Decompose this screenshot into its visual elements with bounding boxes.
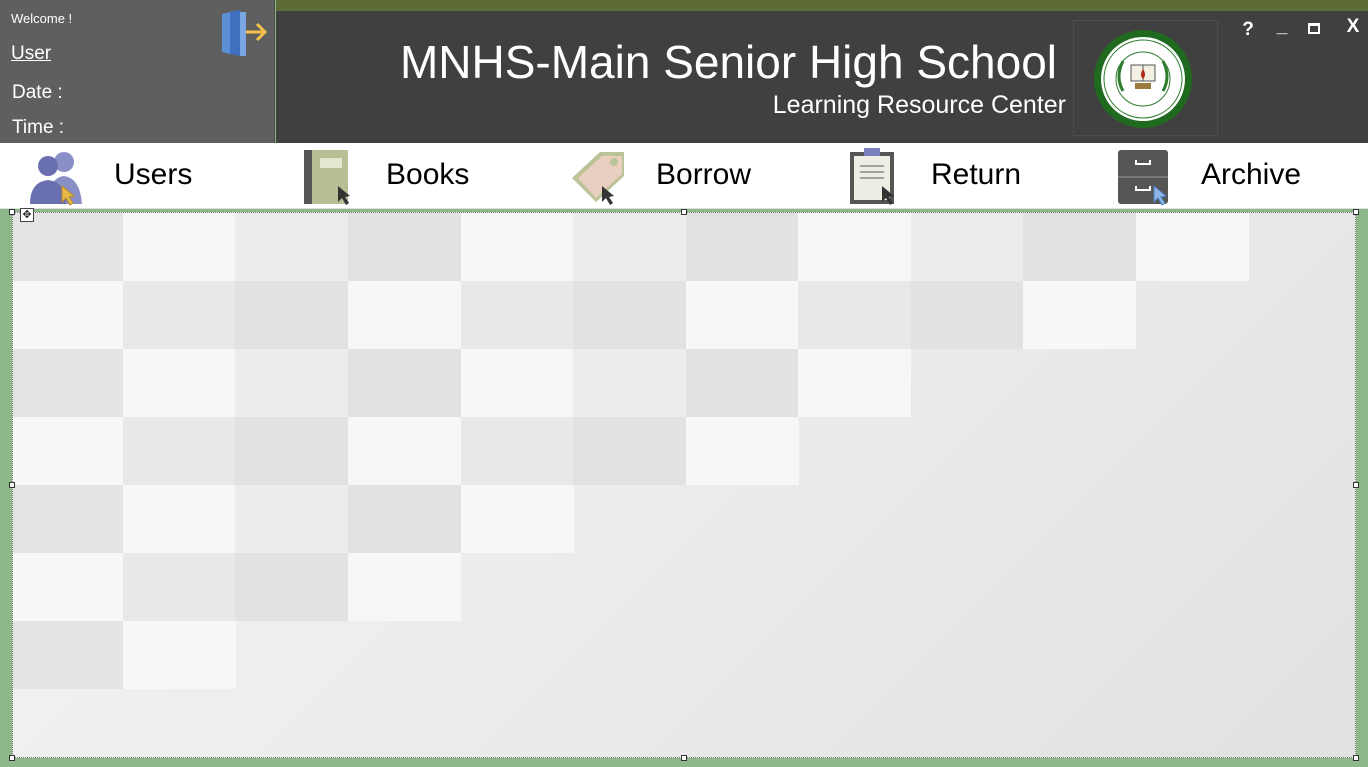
nav-label-borrow: Borrow <box>656 158 752 191</box>
nav-label-users: Users <box>114 158 193 191</box>
nav-item-return[interactable]: Return <box>844 143 1044 209</box>
background-tile <box>1023 213 1136 281</box>
resize-handle[interactable] <box>681 755 687 761</box>
background-tile <box>123 213 236 281</box>
logo-container <box>1073 20 1218 136</box>
background-tile <box>235 485 348 553</box>
background-tile <box>123 485 236 553</box>
nav-item-borrow[interactable]: Borrow <box>566 143 766 209</box>
move-handle-icon[interactable]: ✥ <box>20 208 34 222</box>
maximize-icon <box>1308 23 1320 34</box>
background-tile <box>348 485 461 553</box>
background-tile <box>235 281 348 349</box>
users-icon <box>30 152 82 206</box>
school-seal-icon <box>1094 30 1192 128</box>
background-tile <box>348 417 461 485</box>
content-panel[interactable] <box>12 212 1356 758</box>
nav-item-books[interactable]: Books <box>296 143 496 209</box>
background-tile <box>123 417 236 485</box>
background-tile <box>798 213 911 281</box>
background-tile <box>235 417 348 485</box>
background-tile <box>573 281 686 349</box>
background-tile <box>348 349 461 417</box>
main-window: Welcome ! User Date : Time : MNHS-Main S… <box>0 0 1368 767</box>
close-button[interactable]: X <box>1342 16 1364 38</box>
background-tile <box>686 417 799 485</box>
nav-label-archive: Archive <box>1201 158 1302 191</box>
logout-icon <box>222 10 268 56</box>
background-tile <box>123 621 236 689</box>
minimize-button[interactable]: _ <box>1272 16 1292 38</box>
background-tile <box>686 349 799 417</box>
user-link[interactable]: User <box>11 43 51 65</box>
center-name: Learning Resource Center <box>772 91 1066 119</box>
background-tile <box>235 349 348 417</box>
school-name: MNHS-Main Senior High School <box>399 36 1057 88</box>
background-tile <box>123 349 236 417</box>
date-label: Date : <box>12 82 63 103</box>
background-tile <box>13 349 126 417</box>
background-tile <box>461 485 574 553</box>
welcome-text: Welcome ! <box>11 11 73 26</box>
resize-handle[interactable] <box>1353 482 1359 488</box>
background-tile <box>911 213 1024 281</box>
background-tile <box>798 349 911 417</box>
background-tile <box>461 213 574 281</box>
background-tile <box>911 281 1024 349</box>
resize-handle[interactable] <box>9 755 15 761</box>
resize-handle[interactable] <box>9 482 15 488</box>
background-tile <box>123 553 236 621</box>
background-tile <box>235 553 348 621</box>
background-tile <box>573 417 686 485</box>
content-frame <box>0 209 1368 767</box>
nav-bar: Users Books Borrow Return Archive <box>0 143 1368 209</box>
background-tile <box>798 281 911 349</box>
background-tile <box>573 213 686 281</box>
resize-handle[interactable] <box>1353 209 1359 215</box>
nav-label-return: Return <box>931 158 1022 191</box>
background-tile <box>13 485 126 553</box>
background-tile <box>686 281 799 349</box>
time-label: Time : <box>12 117 65 138</box>
background-tile <box>13 553 126 621</box>
resize-handle[interactable] <box>9 209 15 215</box>
background-tile <box>13 417 126 485</box>
nav-item-archive[interactable]: Archive <box>1112 143 1342 209</box>
background-tile <box>348 213 461 281</box>
background-tile <box>348 553 461 621</box>
resize-handle[interactable] <box>1353 755 1359 761</box>
background-tile <box>461 349 574 417</box>
header-accent-strip <box>276 0 1368 11</box>
maximize-button[interactable] <box>1306 21 1322 37</box>
background-tile <box>461 417 574 485</box>
background-tile <box>686 213 799 281</box>
background-tile <box>13 213 126 281</box>
header-banner: MNHS-Main Senior High School Learning Re… <box>276 11 1368 143</box>
tag-icon <box>572 152 624 205</box>
background-tile <box>13 281 126 349</box>
background-tile <box>123 281 236 349</box>
help-button[interactable]: ? <box>1238 19 1258 41</box>
background-tile <box>1136 213 1249 281</box>
background-tile <box>461 281 574 349</box>
background-tile <box>573 349 686 417</box>
cabinet-icon <box>1118 150 1168 206</box>
resize-handle[interactable] <box>681 209 687 215</box>
background-tile <box>235 213 348 281</box>
nav-item-users[interactable]: Users <box>20 143 220 209</box>
logout-button[interactable] <box>218 10 270 60</box>
background-tile <box>1023 281 1136 349</box>
clipboard-icon <box>850 148 894 205</box>
welcome-panel: Welcome ! User Date : Time : <box>0 0 275 143</box>
background-tile <box>348 281 461 349</box>
nav-label-books: Books <box>386 158 470 191</box>
background-tile <box>13 621 126 689</box>
book-icon <box>304 150 350 205</box>
